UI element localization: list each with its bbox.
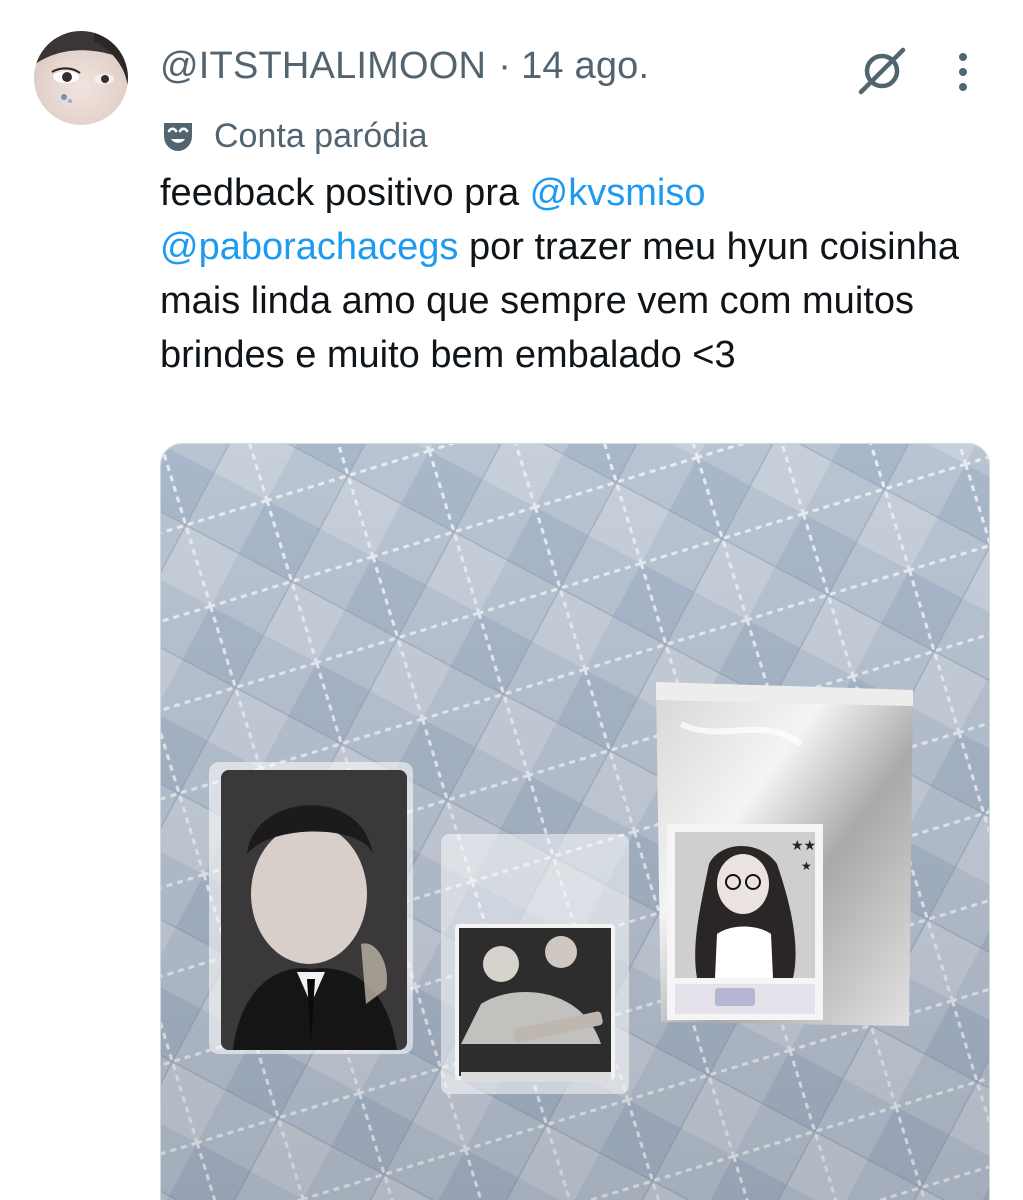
post-date[interactable]: 14 ago. [521,45,649,88]
parody-label: Conta paródia [160,112,428,160]
user-handle[interactable]: @ITSTHALIMOON [160,45,486,88]
tweet-text: feedback positivo pra @kvsmiso @paborach… [160,166,990,382]
post-photo[interactable]: ★★ ★ [160,443,990,1200]
header-separator: · [498,44,512,87]
post: @ITSTHALIMOON · 14 ago. Conta paródia fe… [0,0,1023,1200]
svg-text:★★: ★★ [791,838,816,854]
photo-content: ★★ ★ [161,444,989,1200]
mention-link-1[interactable]: @kvsmiso [530,172,706,214]
avatar-image [34,31,128,103]
mention-link-2[interactable]: @paborachacegs [160,226,458,268]
svg-text:★: ★ [801,859,812,873]
tweet-text-part1: feedback positivo pra [160,172,530,214]
parody-mask-icon [160,118,196,154]
grok-icon[interactable] [855,44,909,98]
post-header: @ITSTHALIMOON · 14 ago. [160,40,649,92]
more-options-icon[interactable] [948,50,978,94]
avatar[interactable] [34,31,128,125]
parody-label-text: Conta paródia [214,116,428,155]
